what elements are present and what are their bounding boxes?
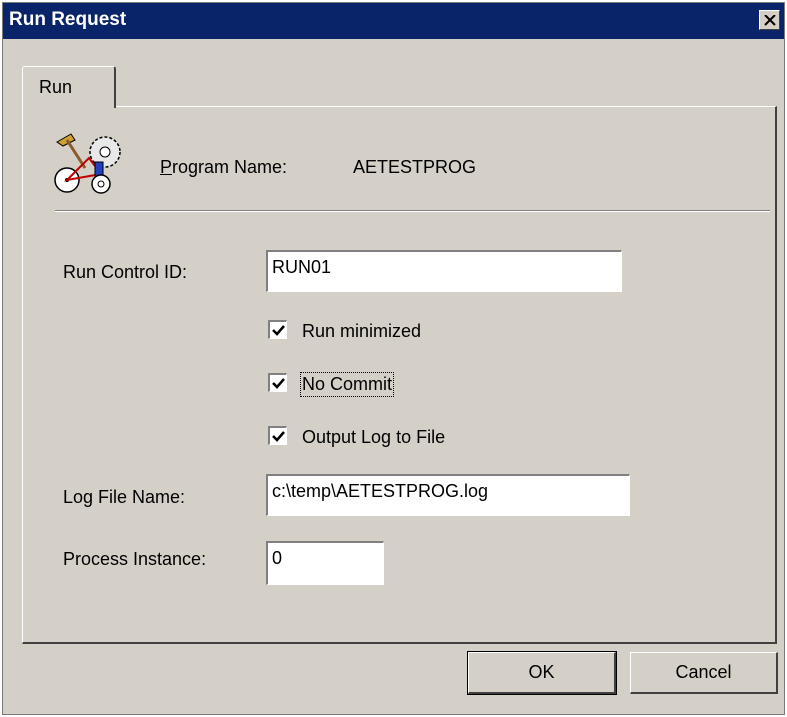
- log-file-name-label: Log File Name:: [63, 487, 186, 507]
- process-instance-input[interactable]: 0: [266, 541, 384, 585]
- no-commit-checkbox[interactable]: [268, 373, 287, 392]
- output-log-checkbox[interactable]: [268, 426, 287, 445]
- ok-button[interactable]: OK: [467, 651, 617, 695]
- close-icon: [764, 15, 776, 26]
- program-name-label: Program Name:: [160, 157, 287, 178]
- tab-run-label: Run: [39, 77, 73, 97]
- program-name-mnemonic: P: [160, 157, 173, 177]
- run-control-id-label: Run Control ID:: [63, 262, 188, 282]
- tab-run[interactable]: Run: [22, 66, 116, 108]
- log-file-name-input[interactable]: c:\temp\AETESTPROG.log: [266, 474, 630, 516]
- program-name-label-rest: rogram Name:: [172, 157, 288, 177]
- run-control-id-input[interactable]: RUN01: [266, 250, 622, 292]
- title-bar[interactable]: Run Request: [3, 3, 784, 39]
- checkmark-icon: [272, 325, 285, 336]
- separator: [55, 210, 770, 212]
- checkmark-icon: [272, 431, 285, 442]
- run-minimized-label[interactable]: Run minimized: [302, 321, 421, 342]
- output-log-label[interactable]: Output Log to File: [302, 427, 445, 448]
- checkmark-icon: [272, 378, 285, 389]
- window-title: Run Request: [9, 9, 127, 30]
- process-program-icon: [54, 133, 121, 194]
- process-instance-label: Process Instance:: [63, 549, 207, 569]
- program-name-value: AETESTPROG: [353, 157, 477, 177]
- no-commit-label[interactable]: No Commit: [299, 372, 395, 397]
- cancel-button[interactable]: Cancel: [630, 652, 778, 694]
- close-button[interactable]: [759, 10, 780, 30]
- run-minimized-checkbox[interactable]: [268, 320, 287, 339]
